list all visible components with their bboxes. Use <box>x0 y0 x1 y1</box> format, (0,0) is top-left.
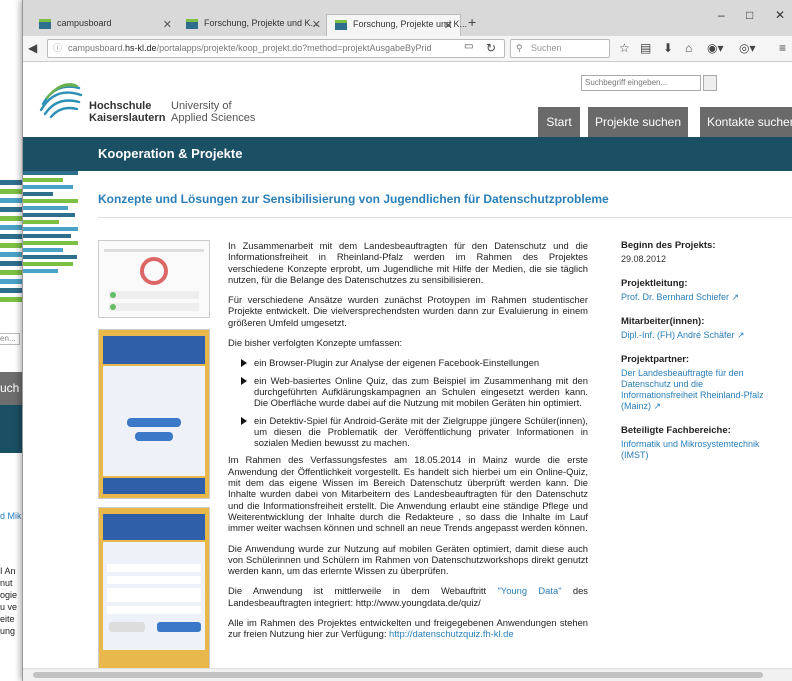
browser-search-input[interactable]: ⚲ Suchen <box>510 39 610 58</box>
young-data-link[interactable]: "Young Data" <box>497 585 561 596</box>
menu-icon[interactable]: ≡ <box>779 41 786 55</box>
section-title: Kooperation & Projekte <box>98 146 243 161</box>
divider <box>98 217 792 218</box>
nav-kontakte-suchen[interactable]: Kontakte suchen <box>700 107 792 137</box>
nav-bar: ◀ ⓘ campusboard.hs-kl.de/portalapps/proje… <box>23 36 792 62</box>
quiz-link[interactable]: http://datenschutzquiz.fh-kl.de <box>389 628 514 639</box>
new-tab-button[interactable]: + <box>468 14 476 30</box>
tab-bar: campusboard ✕ Forschung, Projekte und K..… <box>23 0 792 36</box>
bookmark-icon[interactable]: ☆ <box>619 41 630 55</box>
account-icon[interactable]: ◎▾ <box>739 41 756 55</box>
logo-text-de: Hochschule Kaiserslautern <box>89 100 166 124</box>
back-icon[interactable]: ◀ <box>28 41 37 55</box>
reader-icon[interactable]: ▭ <box>464 41 473 52</box>
home-icon[interactable]: ⌂ <box>685 41 692 55</box>
close-tab-icon[interactable]: ✕ <box>163 18 172 31</box>
close-tab-icon[interactable]: ✕ <box>444 19 453 32</box>
site-search-input[interactable]: Suchbegriff eingeben... <box>581 75 701 91</box>
section-band: Kooperation & Projekte <box>23 137 792 171</box>
close-window-icon[interactable]: ✕ <box>775 8 785 22</box>
background-band <box>0 405 22 453</box>
browser-window: campusboard ✕ Forschung, Projekte und K..… <box>22 0 792 681</box>
maximize-icon[interactable]: □ <box>746 8 753 22</box>
quiz-screenshot-graphic <box>103 336 205 494</box>
background-text: I An nut ogie u ve eite ung <box>0 566 18 636</box>
nav-projekte-suchen[interactable]: Projekte suchen <box>588 107 688 137</box>
reading-list-icon[interactable]: ▤ <box>640 41 651 55</box>
page-title: Konzepte und Lösungen zur Sensibilisieru… <box>98 192 609 206</box>
screenshot-browser-plugin[interactable] <box>98 240 210 318</box>
info-icon[interactable]: ⓘ <box>53 40 62 57</box>
start-date: 29.08.2012 <box>621 254 667 264</box>
logo-text-en: University of Applied Sciences <box>171 100 256 124</box>
reload-icon[interactable]: ↻ <box>486 41 496 55</box>
horizontal-scrollbar[interactable] <box>23 668 792 681</box>
search-icon: ⚲ <box>516 43 523 53</box>
page-content: Suchbegriff eingeben... Hochschule Kaiser… <box>23 62 792 668</box>
addon-icon[interactable]: ◉▾ <box>707 41 724 55</box>
site-search-button[interactable] <box>703 75 717 91</box>
background-link[interactable]: d Mik <box>0 511 22 521</box>
nav-start[interactable]: Start <box>538 107 580 137</box>
list-item: ein Web-basiertes Online Quiz, das zum B… <box>228 375 588 409</box>
screenshot-quiz-question[interactable] <box>98 507 210 668</box>
favicon-icon <box>335 20 347 30</box>
list-item: ein Detektiv-Spiel für Android-Geräte mi… <box>228 415 588 449</box>
download-icon[interactable]: ⬇ <box>663 41 673 55</box>
project-description: In Zusammenarbeit mit dem Landesbeauftra… <box>228 240 588 640</box>
partner-link[interactable]: Der Landesbeauftragte für den Datenschut… <box>621 368 771 412</box>
plugin-screenshot-graphic <box>104 249 204 311</box>
staff-link[interactable]: Dipl.-Inf. (FH) André Schäfer ↗ <box>621 330 771 341</box>
quiz-question-graphic <box>103 514 205 650</box>
tab-campusboard[interactable]: campusboard ✕ <box>31 14 179 36</box>
tab-forschung-active[interactable]: Forschung, Projekte und K... ✕ <box>326 14 467 36</box>
lead-link[interactable]: Prof. Dr. Bernhard Schiefer ↗ <box>621 292 771 303</box>
favicon-icon <box>39 19 51 29</box>
concept-list: ein Browser-Plugin zur Analyse der eigen… <box>228 357 588 448</box>
minimize-icon[interactable]: – <box>718 8 725 22</box>
department-link[interactable]: Informatik und Mikrosystemtechnik (IMST) <box>621 439 771 461</box>
scrollbar-thumb[interactable] <box>33 672 763 678</box>
list-item: ein Browser-Plugin zur Analyse der eigen… <box>228 357 588 368</box>
close-tab-icon[interactable]: ✕ <box>312 18 321 31</box>
university-logo-icon <box>39 83 83 119</box>
decorative-stripes <box>23 171 78 276</box>
tab-forschung-1[interactable]: Forschung, Projekte und K... ✕ <box>178 14 328 36</box>
screenshot-quiz-start[interactable] <box>98 329 210 499</box>
project-sidebar: Beginn des Projekts: 29.08.2012 Projektl… <box>621 240 771 474</box>
background-search-input[interactable]: en... <box>0 333 20 345</box>
url-bar[interactable]: ⓘ campusboard.hs-kl.de/portalapps/projekt… <box>47 39 505 58</box>
background-nav-item[interactable]: uch <box>0 372 22 405</box>
favicon-icon <box>186 19 198 29</box>
